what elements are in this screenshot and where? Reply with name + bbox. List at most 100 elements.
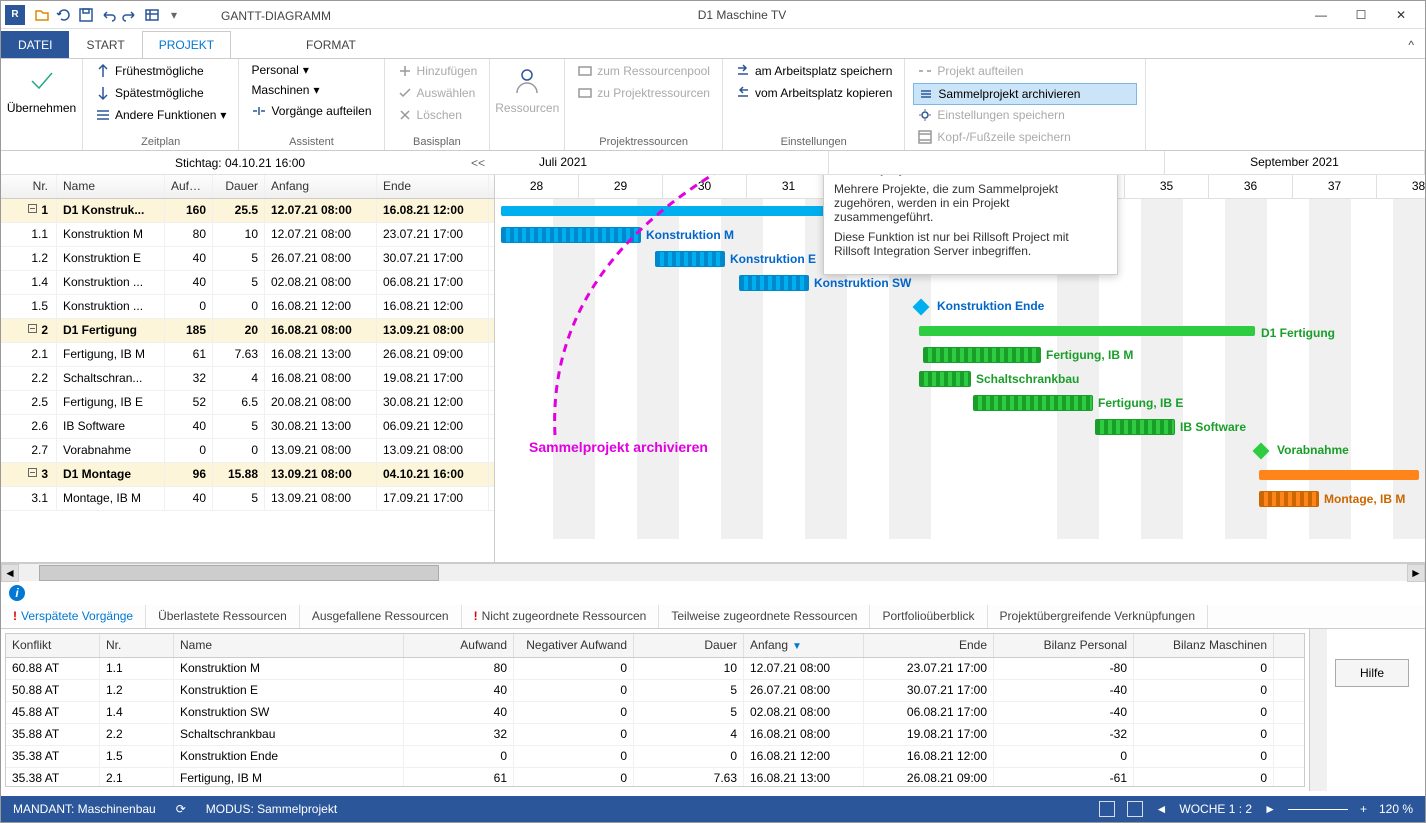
tab-datei[interactable]: DATEI	[1, 31, 69, 58]
view-icon-2[interactable]	[1127, 801, 1143, 817]
hinzufuegen-button[interactable]: Hinzufügen	[393, 61, 482, 81]
conflict-row[interactable]: 45.88 AT1.4Konstruktion SW400502.08.21 0…	[6, 702, 1304, 724]
info-icon[interactable]: i	[9, 585, 25, 601]
bcol-bilanz-maschinen[interactable]: Bilanz Maschinen	[1134, 634, 1274, 657]
scrollbar-horizontal[interactable]: ◄ ►	[1, 563, 1425, 581]
conflict-row[interactable]: 35.38 AT1.5Konstruktion Ende00016.08.21 …	[6, 746, 1304, 768]
tab-teilweise[interactable]: Teilweise zugeordnete Ressourcen	[659, 605, 870, 628]
bcol-name[interactable]: Name	[174, 634, 404, 657]
zoom-plus-icon[interactable]: +	[1360, 802, 1367, 816]
task-row[interactable]: 2.7Vorabnahme0013.09.21 08:0013.09.21 08…	[1, 439, 494, 463]
gantt-bar-schaltschrankbau[interactable]: Schaltschrankbau	[919, 371, 971, 387]
tab-verknuepfungen[interactable]: Projektübergreifende Verknüpfungen	[988, 605, 1208, 628]
vorgaenge-aufteilen-button[interactable]: Vorgänge aufteilen	[247, 101, 375, 121]
bottom-scrollbar-vertical[interactable]	[1309, 629, 1327, 791]
expand-icon[interactable]	[28, 468, 37, 477]
bcol-neg-aufwand[interactable]: Negativer Aufwand	[514, 634, 634, 657]
gantt-chart[interactable]: 28 29 30 31 35 36 37 38	[495, 175, 1425, 562]
refresh-status-icon[interactable]: ⟳	[176, 802, 186, 816]
task-row[interactable]: 1.5Konstruktion ...0016.08.21 12:0016.08…	[1, 295, 494, 319]
gantt-bar-konstruktion-e[interactable]: Konstruktion E	[655, 251, 725, 267]
personal-button[interactable]: Personal ▾	[247, 61, 375, 79]
expand-icon[interactable]	[28, 324, 37, 333]
loeschen-button[interactable]: Löschen	[393, 105, 482, 125]
am-arbeitsplatz-speichern-button[interactable]: am Arbeitsplatz speichern	[731, 61, 896, 81]
task-row[interactable]: 1.1Konstruktion M801012.07.21 08:0023.07…	[1, 223, 494, 247]
col-ende[interactable]: Ende	[377, 175, 489, 198]
gantt-bar-d1-fertigung[interactable]: D1 Fertigung	[919, 326, 1255, 336]
help-button[interactable]: Hilfe	[1335, 659, 1409, 687]
collapse-left-button[interactable]: <<	[471, 156, 485, 170]
auswaehlen-button[interactable]: Auswählen	[393, 83, 482, 103]
bcol-bilanz-personal[interactable]: Bilanz Personal	[994, 634, 1134, 657]
zum-ressourcenpool-button[interactable]: zum Ressourcenpool	[573, 61, 714, 81]
andere-funktionen-button[interactable]: Andere Funktionen ▾	[91, 105, 230, 125]
custom-icon[interactable]	[143, 6, 161, 24]
col-name[interactable]: Name	[57, 175, 165, 198]
status-woche-next[interactable]: ►	[1264, 802, 1276, 816]
open-icon[interactable]	[33, 6, 51, 24]
maximize-button[interactable]: ☐	[1341, 3, 1381, 27]
col-nr[interactable]: Nr.	[1, 175, 57, 198]
maschinen-button[interactable]: Maschinen ▾	[247, 81, 375, 99]
fruehestmoegliche-button[interactable]: Frühestmögliche	[91, 61, 230, 81]
col-anfang[interactable]: Anfang	[265, 175, 377, 198]
bcol-konflikt[interactable]: Konflikt	[6, 634, 100, 657]
task-row[interactable]: 2.5Fertigung, IB E526.520.08.21 08:0030.…	[1, 391, 494, 415]
close-button[interactable]: ✕	[1381, 3, 1421, 27]
status-woche-prev[interactable]: ◄	[1155, 802, 1167, 816]
tab-ueberlastete[interactable]: Überlastete Ressourcen	[146, 605, 300, 628]
gantt-bar-montage-ibm[interactable]: Montage, IB M	[1259, 491, 1319, 507]
task-row[interactable]: 3.1Montage, IB M40513.09.21 08:0017.09.2…	[1, 487, 494, 511]
ressourcen-button[interactable]: Ressourcen	[498, 61, 556, 119]
gantt-bar-ib-software[interactable]: IB Software	[1095, 419, 1175, 435]
gantt-bar-d1-montage[interactable]	[1259, 470, 1419, 480]
conflict-row[interactable]: 60.88 AT1.1Konstruktion M8001012.07.21 0…	[6, 658, 1304, 680]
scroll-left-button[interactable]: ◄	[1, 564, 19, 582]
projekt-aufteilen-button[interactable]: Projekt aufteilen	[913, 61, 1136, 81]
zu-projektressourcen-button[interactable]: zu Projektressourcen	[573, 83, 714, 103]
tab-ausgefallene[interactable]: Ausgefallene Ressourcen	[300, 605, 462, 628]
task-row[interactable]: 2.6IB Software40530.08.21 13:0006.09.21 …	[1, 415, 494, 439]
col-dauer[interactable]: Dauer	[213, 175, 265, 198]
task-row[interactable]: 2D1 Fertigung1852016.08.21 08:0013.09.21…	[1, 319, 494, 343]
tab-verspaetete[interactable]: !Verspätete Vorgänge	[1, 605, 146, 628]
bcol-aufwand[interactable]: Aufwand	[404, 634, 514, 657]
qat-dropdown-icon[interactable]: ▾	[165, 6, 183, 24]
minimize-button[interactable]: —	[1301, 3, 1341, 27]
bcol-nr[interactable]: Nr.	[100, 634, 174, 657]
einstellungen-speichern-button[interactable]: Einstellungen speichern	[913, 105, 1136, 125]
conflict-row[interactable]: 35.88 AT2.2Schaltschrankbau320416.08.21 …	[6, 724, 1304, 746]
vom-arbeitsplatz-kopieren-button[interactable]: vom Arbeitsplatz kopieren	[731, 83, 896, 103]
bcol-dauer[interactable]: Dauer	[634, 634, 744, 657]
task-row[interactable]: 2.2Schaltschran...32416.08.21 08:0019.08…	[1, 367, 494, 391]
spaetestmoegliche-button[interactable]: Spätestmögliche	[91, 83, 230, 103]
refresh-icon[interactable]	[55, 6, 73, 24]
expand-icon[interactable]	[28, 204, 37, 213]
view-icon-1[interactable]	[1099, 801, 1115, 817]
scroll-right-button[interactable]: ►	[1407, 564, 1425, 582]
tab-start[interactable]: START	[69, 31, 141, 58]
conflict-row[interactable]: 50.88 AT1.2Konstruktion E400526.07.21 08…	[6, 680, 1304, 702]
save-icon[interactable]	[77, 6, 95, 24]
col-aufwand[interactable]: Aufw...	[165, 175, 213, 198]
zoom-slider[interactable]	[1288, 809, 1348, 810]
gantt-bar-konstruktion-m[interactable]: Konstruktion M	[501, 227, 641, 243]
uebernehmen-button[interactable]: Übernehmen	[9, 61, 74, 119]
ribbon-collapse-icon[interactable]: ^	[1397, 31, 1425, 58]
gantt-bar-konstruktion-sw[interactable]: Konstruktion SW	[739, 275, 809, 291]
bcol-anfang[interactable]: Anfang▼	[744, 634, 864, 657]
gantt-milestone-vorabnahme[interactable]	[1253, 443, 1270, 460]
task-row[interactable]: 1.4Konstruktion ...40502.08.21 08:0006.0…	[1, 271, 494, 295]
conflict-row[interactable]: 35.38 AT2.1Fertigung, IB M6107.6316.08.2…	[6, 768, 1304, 787]
redo-icon[interactable]	[121, 6, 139, 24]
task-row[interactable]: 1.2Konstruktion E40526.07.21 08:0030.07.…	[1, 247, 494, 271]
gantt-milestone-konstruktion-ende[interactable]	[913, 299, 930, 316]
task-row[interactable]: 2.1Fertigung, IB M617.6316.08.21 13:0026…	[1, 343, 494, 367]
undo-icon[interactable]	[99, 6, 117, 24]
task-row[interactable]: 3D1 Montage9615.8813.09.21 08:0004.10.21…	[1, 463, 494, 487]
gantt-bar-fertigung-ibm[interactable]: Fertigung, IB M	[923, 347, 1041, 363]
kopf-fusszeile-button[interactable]: Kopf-/Fußzeile speichern	[913, 127, 1136, 147]
scroll-thumb[interactable]	[39, 565, 439, 581]
tab-format[interactable]: FORMAT	[289, 31, 373, 58]
